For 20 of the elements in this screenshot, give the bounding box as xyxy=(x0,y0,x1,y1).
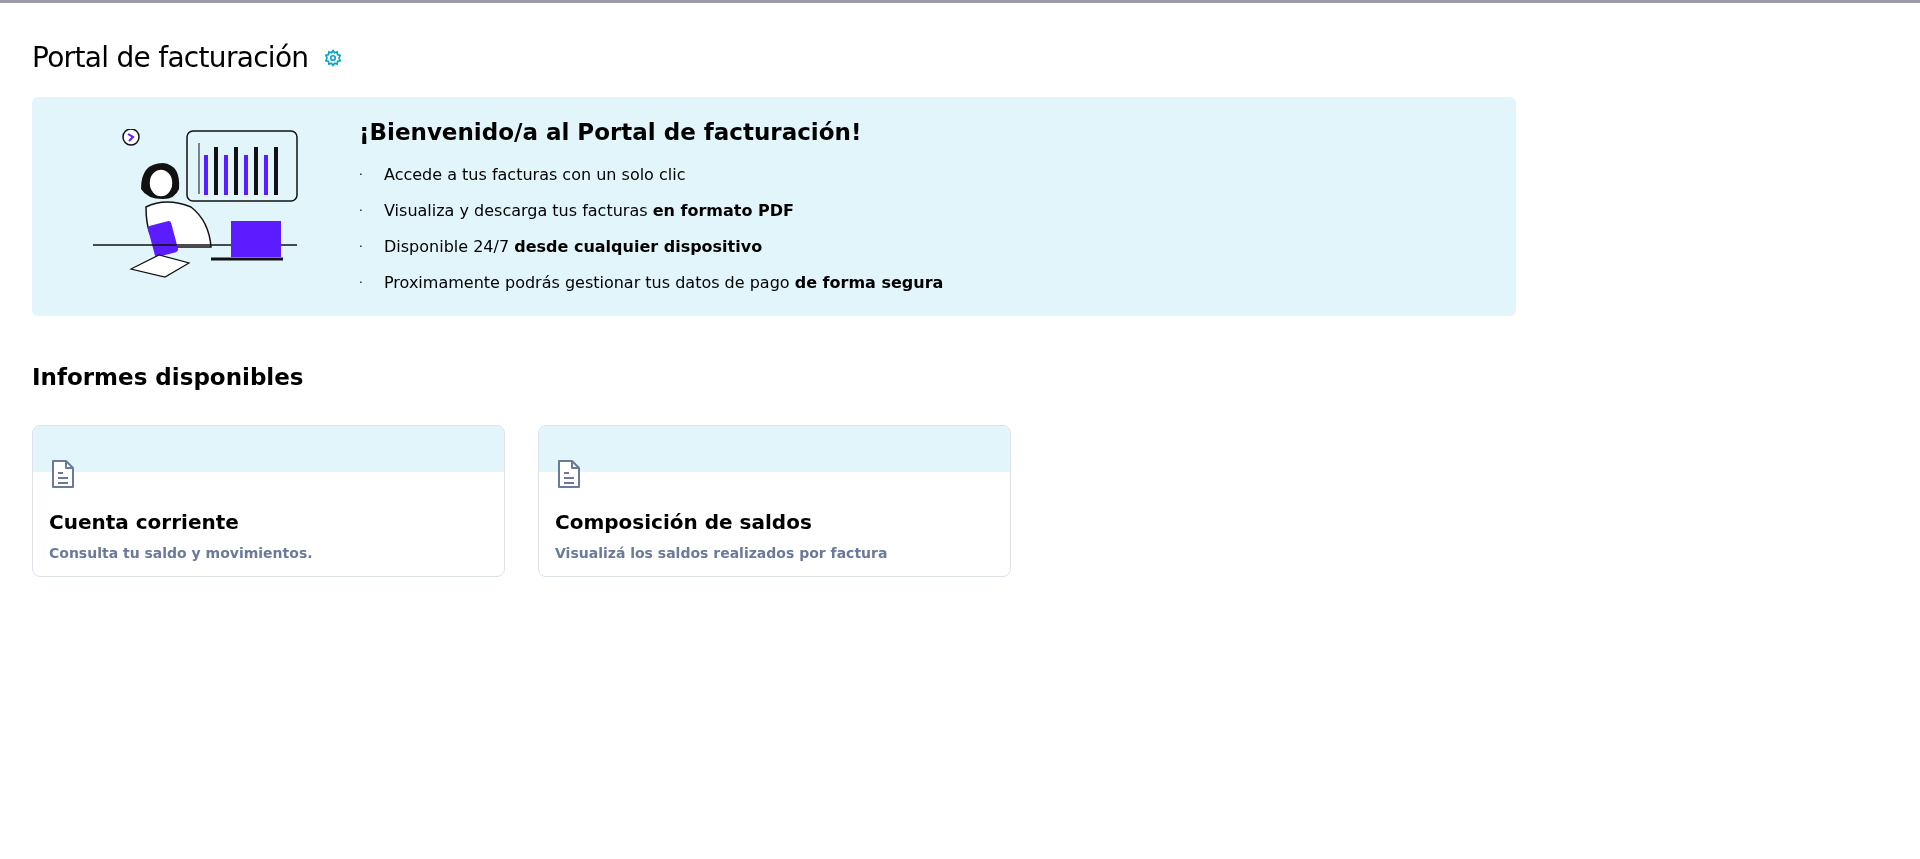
page-title: Portal de facturación xyxy=(32,40,309,76)
banner-item: Disponible 24/7 desde cualquier dispositivo xyxy=(384,236,763,258)
banner-heading: ¡Bienvenido/a al Portal de facturación! xyxy=(359,118,863,147)
banner-item: Accede a tus facturas con un solo clic xyxy=(384,164,686,186)
settings-icon[interactable] xyxy=(324,49,343,67)
card-title: Cuenta corriente xyxy=(49,508,240,536)
card-title: Composición de saldos xyxy=(555,508,813,536)
banner-item: Visualiza y descarga tus facturas en formato PDF xyxy=(384,200,794,222)
bullet: · xyxy=(359,203,364,220)
bullet: · xyxy=(359,275,364,292)
bullet: · xyxy=(359,239,364,256)
report-card[interactable]: Cuenta corriente Consulta tu saldo y movimientos. xyxy=(32,424,505,577)
banner-item: Proximamente podrás gestionar tus datos de pago de forma segura xyxy=(384,272,944,294)
document-icon xyxy=(556,458,582,489)
section-heading: Informes disponibles xyxy=(32,363,305,392)
document-icon xyxy=(50,458,76,489)
bullet: · xyxy=(359,167,364,184)
report-card[interactable]: Composición de saldos Visualizá los saldos realizados por factura xyxy=(538,424,1011,577)
card-description: Consulta tu saldo y movimientos. xyxy=(49,543,314,563)
card-description: Visualizá los saldos realizados por factura xyxy=(555,543,889,563)
